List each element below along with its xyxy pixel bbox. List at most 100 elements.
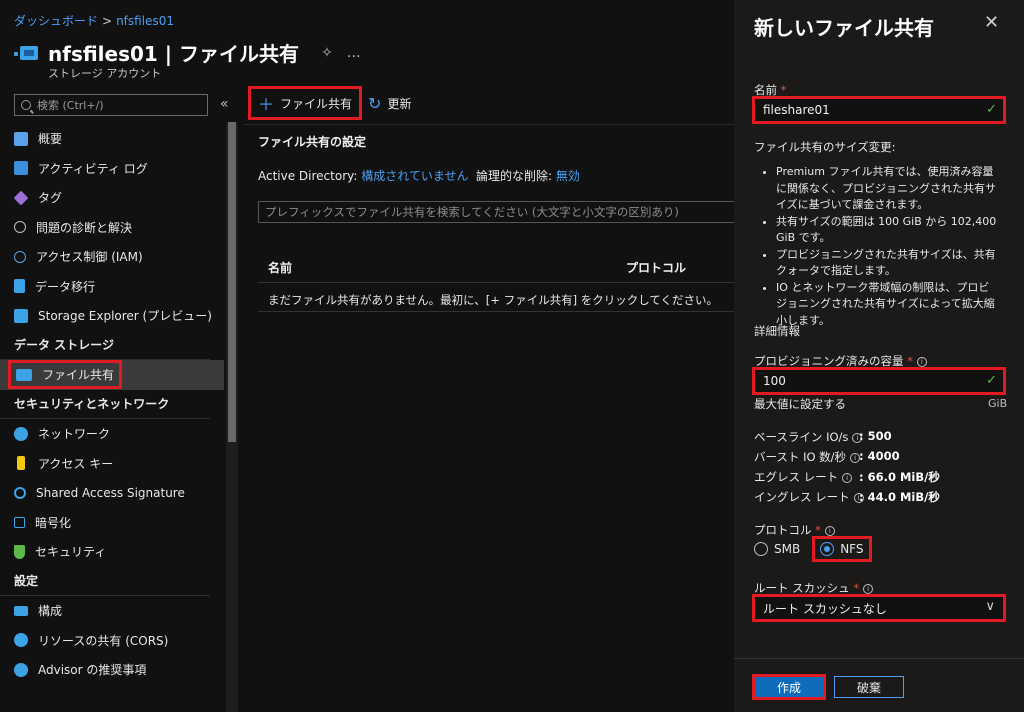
- more-button[interactable]: …: [347, 45, 361, 61]
- table-header-divider: [258, 282, 734, 283]
- collapse-sidebar-icon[interactable]: «: [220, 96, 229, 112]
- sidebar-item-storage-explorer[interactable]: Storage Explorer (プレビュー): [0, 301, 224, 331]
- file-share-icon: [16, 368, 32, 381]
- file-share-filter-input[interactable]: プレフィックスでファイル共有を検索してください (大文字と小文字の区別あり): [258, 201, 734, 223]
- sidebar-item-sas[interactable]: Shared Access Signature: [0, 478, 224, 508]
- filter-placeholder: プレフィックスでファイル共有を検索してください (大文字と小文字の区別あり): [265, 205, 679, 219]
- radio-button[interactable]: [754, 542, 768, 556]
- radio-button-selected[interactable]: [820, 542, 835, 556]
- sidebar-item-overview[interactable]: 概要: [0, 124, 224, 154]
- learn-more-link[interactable]: 詳細情報: [754, 323, 800, 339]
- breadcrumb-home[interactable]: ダッシュボード: [14, 14, 98, 28]
- capacity-input-value: 100: [763, 374, 786, 388]
- column-header-name[interactable]: 名前: [268, 259, 292, 276]
- size-heading: ファイル共有のサイズ変更:: [754, 140, 896, 154]
- active-directory-setting: Active Directory: 構成されていません: [258, 167, 469, 184]
- sidebar-item-diagnose[interactable]: 問題の診断と解決: [0, 213, 224, 243]
- info-icon[interactable]: i: [916, 356, 927, 367]
- protocol-option-nfs[interactable]: NFS: [812, 536, 872, 562]
- sidebar-item-network[interactable]: ネットワーク: [0, 419, 224, 449]
- pin-icon[interactable]: ✧: [321, 45, 333, 61]
- name-field-label: 名前 *: [754, 83, 787, 97]
- sidebar-item-label: データ移行: [35, 279, 96, 294]
- chevron-down-icon: ∨: [985, 599, 995, 614]
- sidebar-item-security[interactable]: セキュリティ: [0, 537, 224, 567]
- sidebar-item-label: アクセス キー: [38, 456, 114, 471]
- empty-table-message: まだファイル共有がありません。最初に、[+ ファイル共有] をクリックしてくださ…: [268, 293, 719, 307]
- refresh-button[interactable]: ↻ 更新: [360, 88, 419, 118]
- capacity-input[interactable]: 100 ✓: [752, 367, 1006, 395]
- metric-baseline-iops: ベースライン IO/s i: 500: [754, 429, 892, 444]
- info-icon[interactable]: i: [842, 472, 853, 483]
- root-squash-select[interactable]: ルート スカッシュなし ∨: [752, 594, 1006, 622]
- add-file-share-label: ファイル共有: [280, 96, 353, 111]
- sidebar-item-tags[interactable]: タグ: [0, 183, 224, 213]
- migration-icon: [14, 279, 25, 294]
- breadcrumb: ダッシュボード > nfsfiles01: [14, 12, 174, 29]
- metric-burst-iops: バースト IO 数/秒 i: 4000: [754, 449, 900, 464]
- link-icon: [14, 486, 26, 499]
- metric-egress-rate: エグレス レート i: 66.0 MiB/秒: [754, 470, 940, 484]
- title-row: nfsfiles01 | ファイル共有 ✧ …: [14, 38, 361, 67]
- soft-delete-value-link[interactable]: 無効: [556, 169, 580, 183]
- section-security-network: セキュリティとネットワーク: [0, 390, 210, 419]
- sidebar-item-advisor[interactable]: Advisor の推奨事項: [0, 655, 224, 685]
- shield-icon: [14, 544, 25, 559]
- soft-delete-label: 論理的な削除:: [476, 169, 553, 183]
- refresh-icon: ↻: [368, 93, 382, 113]
- set-max-link[interactable]: 最大値に設定する: [754, 396, 846, 412]
- sidebar-item-file-shares[interactable]: ファイル共有: [0, 360, 224, 390]
- sidebar-item-configuration[interactable]: 構成: [0, 596, 224, 626]
- name-input[interactable]: fileshare01 ✓: [752, 96, 1006, 124]
- refresh-label: 更新: [387, 96, 412, 111]
- sidebar-item-label: リソースの共有 (CORS): [38, 633, 169, 648]
- toolbar-divider: [244, 124, 734, 125]
- add-file-share-button[interactable]: ＋ ファイル共有: [247, 86, 363, 120]
- sidebar-item-cors[interactable]: リソースの共有 (CORS): [0, 626, 224, 656]
- key-icon: [17, 456, 25, 471]
- search-icon: [21, 100, 31, 110]
- protocol-field-label: プロトコル * i: [754, 522, 835, 538]
- checkmark-icon: ✓: [986, 373, 997, 388]
- unit-label: GiB: [988, 397, 1008, 410]
- sidebar-item-label: 概要: [38, 132, 63, 147]
- sidebar-item-label: Shared Access Signature: [36, 485, 185, 500]
- sidebar-search-input[interactable]: 検索 (Ctrl+/): [14, 94, 208, 116]
- root-squash-field-label: ルート スカッシュ * i: [754, 580, 874, 596]
- config-icon: [14, 605, 28, 616]
- new-file-share-panel: 新しいファイル共有 ✕ 名前 * fileshare01 ✓ ファイル共有のサイ…: [734, 0, 1024, 712]
- discard-button[interactable]: 破棄: [834, 676, 904, 698]
- sidebar-item-label: アクティビティ ログ: [38, 161, 148, 176]
- breadcrumb-current[interactable]: nfsfiles01: [116, 14, 174, 28]
- sidebar-item-data-migration[interactable]: データ移行: [0, 272, 224, 302]
- wrench-icon: [14, 221, 26, 234]
- root-squash-value: ルート スカッシュなし: [763, 601, 887, 616]
- close-icon[interactable]: ✕: [984, 12, 999, 33]
- protocol-option-smb[interactable]: SMB: [754, 538, 806, 560]
- checkmark-icon: ✓: [986, 102, 997, 117]
- sidebar-item-label: ファイル共有: [42, 368, 115, 383]
- create-button[interactable]: 作成: [752, 674, 826, 700]
- sidebar-item-iam[interactable]: アクセス制御 (IAM): [0, 242, 224, 272]
- list-item: IO とネットワーク帯域幅の制限は、プロビジョニングされた共有サイズによって拡大…: [776, 280, 1000, 330]
- column-header-protocol[interactable]: プロトコル: [626, 259, 686, 276]
- panel-title: 新しいファイル共有: [754, 16, 934, 40]
- info-icon[interactable]: i: [863, 583, 874, 594]
- scrollbar-thumb[interactable]: [228, 122, 236, 442]
- sidebar-item-label: セキュリティ: [35, 545, 107, 560]
- sidebar-item-label: Advisor の推奨事項: [38, 663, 147, 678]
- sidebar-item-label: 暗号化: [35, 515, 72, 530]
- ad-value-link[interactable]: 構成されていません: [361, 169, 468, 183]
- storage-explorer-icon: [14, 308, 28, 323]
- sidebar-item-label: Storage Explorer (プレビュー): [38, 309, 212, 324]
- name-input-value: fileshare01: [763, 103, 830, 117]
- list-item: 共有サイズの範囲は 100 GiB から 102,400 GiB です。: [776, 214, 1000, 247]
- sidebar-item-encryption[interactable]: 暗号化: [0, 508, 224, 538]
- soft-delete-setting: 論理的な削除: 無効: [476, 167, 580, 184]
- sidebar-scrollbar[interactable]: [226, 122, 238, 712]
- radio-label: NFS: [840, 542, 864, 556]
- list-item: Premium ファイル共有では、使用済み容量に関係なく、プロビジョニングされた…: [776, 164, 1000, 214]
- sidebar-item-access-keys[interactable]: アクセス キー: [0, 449, 224, 479]
- info-icon[interactable]: i: [824, 525, 835, 536]
- sidebar-item-activity-log[interactable]: アクティビティ ログ: [0, 154, 224, 184]
